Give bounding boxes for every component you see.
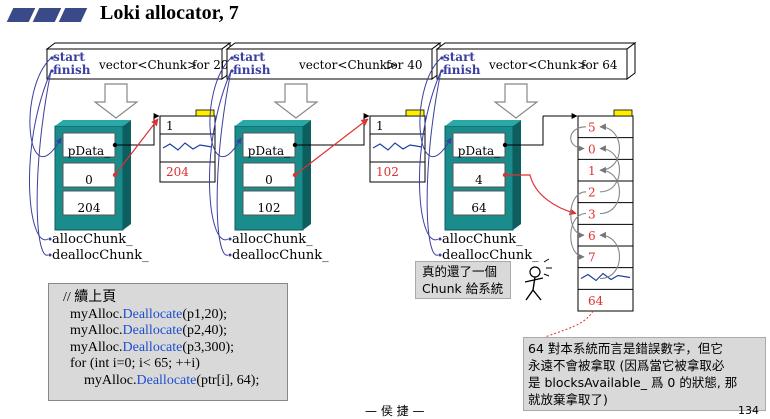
dealloc-dot [228, 253, 232, 257]
alloc-dot [438, 237, 442, 241]
vector-label: vector<Chunk> [298, 58, 397, 72]
code-method: Deallocate [122, 306, 183, 322]
chunk3-block-index: 6 [588, 229, 596, 243]
start-label: start [233, 50, 265, 64]
down-arrow-icon [93, 83, 139, 119]
finish-label: finish [233, 63, 271, 77]
chunk-struct-top [235, 120, 311, 126]
pdata-label: pData_ [68, 144, 110, 158]
note-line-2: 永遠不會被拿取 (因爲當它被拿取必 [528, 358, 725, 373]
free-index-first: 1 [376, 119, 384, 133]
code-text: myAlloc. [63, 323, 123, 338]
pdata-label: pData_ [248, 144, 290, 158]
code-text: (ptr[i], 64); [196, 372, 260, 388]
code-box: // 續上頁 myAlloc.Deallocate(p1,20); myAllo… [48, 283, 288, 401]
vector-bar-top [45, 42, 232, 50]
vector-label: vector<Chunk> [488, 58, 587, 72]
code-text: myAlloc. [63, 339, 123, 355]
blocks-available-value: 204 [78, 201, 101, 215]
memory-block-tab [195, 109, 215, 117]
pdata-label: pData_ [458, 144, 500, 158]
code-line: myAlloc.Deallocate(p3,300); [63, 340, 287, 357]
author-footer: — 侯 捷 — [365, 404, 425, 418]
code-method: Deallocate [122, 323, 183, 338]
chunk-note-line-1: 真的還了一個 [422, 264, 498, 279]
code-line: myAlloc.Deallocate(p1,20); [63, 307, 287, 324]
code-line: for (int i=0; i< 65; ++i) [63, 356, 287, 373]
first-available-value: 0 [85, 173, 93, 187]
vector-size-label: for 40 [386, 58, 423, 72]
dealloc-link [36, 70, 52, 256]
code-text: // 續上頁 [63, 290, 117, 305]
alloc-chunk-label: allocChunk_ [232, 232, 313, 247]
chunk-struct-top [55, 120, 131, 126]
down-arrow-icon [493, 83, 539, 119]
vector-size-label: for 20 [192, 58, 229, 72]
alloc-dot [48, 237, 52, 241]
chunk3-memory-tab [613, 109, 633, 117]
code-line: // 續上頁 [63, 290, 287, 307]
code-method: Deallocate [136, 372, 197, 388]
dealloc-dot [438, 253, 442, 257]
vector-bar-side [626, 42, 636, 80]
vector-bar-top [225, 42, 442, 50]
chunk-struct-side [123, 120, 131, 230]
free-index-first: 1 [166, 119, 174, 133]
chunk-struct-side [303, 120, 311, 230]
code-text: myAlloc. [63, 372, 137, 388]
free-index-last: 102 [376, 165, 399, 179]
vector-bar-top [435, 42, 637, 50]
chunk3-block-index: 3 [588, 207, 596, 221]
alloc-chunk-label: allocChunk_ [442, 232, 523, 247]
blocks-available-value: 102 [258, 201, 281, 215]
alloc-dot [228, 237, 232, 241]
stick-figure-body [524, 276, 544, 301]
dealloc-dot [48, 253, 52, 257]
dealloc-link [426, 70, 442, 256]
code-text: (p2,40); [182, 323, 228, 338]
note-line-3: 是 blocksAvailable_ 爲 0 的狀態, 那 [528, 375, 738, 390]
note-line-4: 就放棄拿取了) [528, 392, 608, 407]
slide: Loki allocator, 7 start finish vector<Chun… [0, 0, 770, 418]
vector-size-label: for 64 [581, 58, 618, 72]
code-line: myAlloc.Deallocate(ptr[i], 64); [63, 373, 287, 390]
chunk3-block-index: 1 [588, 164, 596, 178]
chunk-returned-note: 真的還了一個 Chunk 給系統 [415, 261, 511, 299]
finish-label: finish [53, 63, 91, 77]
finish-label: finish [443, 63, 481, 77]
chunk3-block-index: 64 [588, 294, 604, 308]
exclaim-lines [543, 258, 552, 277]
memory-block-tab [405, 109, 425, 117]
code-text: for (int i=0; i< 65; ++i) [63, 356, 200, 371]
free-index-last: 204 [166, 165, 189, 179]
dealloc-chunk-label: deallocChunk_ [232, 248, 329, 263]
alloc-chunk-label: allocChunk_ [52, 232, 133, 247]
blocks-available-value: 64 [471, 201, 487, 215]
explanation-note: 64 對本系統而言是錯誤數字，但它 永遠不會被拿取 (因爲當它被拿取必 是 bl… [523, 337, 766, 411]
code-text: (p1,20); [182, 306, 228, 322]
page-number: 134 [738, 404, 759, 417]
start-label: start [53, 50, 85, 64]
code-line: myAlloc.Deallocate(p2,40); [63, 323, 287, 340]
dealloc-link [216, 70, 232, 256]
first-available-value: 0 [265, 173, 273, 187]
stick-figure-icon [529, 266, 541, 278]
code-text: myAlloc. [63, 306, 123, 322]
chunk3-memory-block [577, 115, 634, 312]
code-text: (p3,300); [182, 339, 235, 355]
chunk-struct-top [445, 120, 521, 126]
down-arrow-icon [273, 83, 319, 119]
code-method: Deallocate [122, 339, 183, 355]
chunk3-block-index: 2 [588, 186, 596, 200]
chunk3-block-index: 5 [588, 121, 596, 135]
start-label: start [443, 50, 475, 64]
chunk-note-line-2: Chunk 給系統 [422, 281, 504, 296]
dealloc-chunk-label: deallocChunk_ [52, 248, 149, 263]
chunk3-block-index: 0 [588, 142, 596, 156]
note-line-1: 64 對本系統而言是錯誤數字，但它 [528, 341, 723, 356]
first-available-value: 4 [475, 173, 483, 187]
chunk3-block-index: 7 [588, 251, 596, 265]
vector-label: vector<Chunk> [98, 58, 197, 72]
